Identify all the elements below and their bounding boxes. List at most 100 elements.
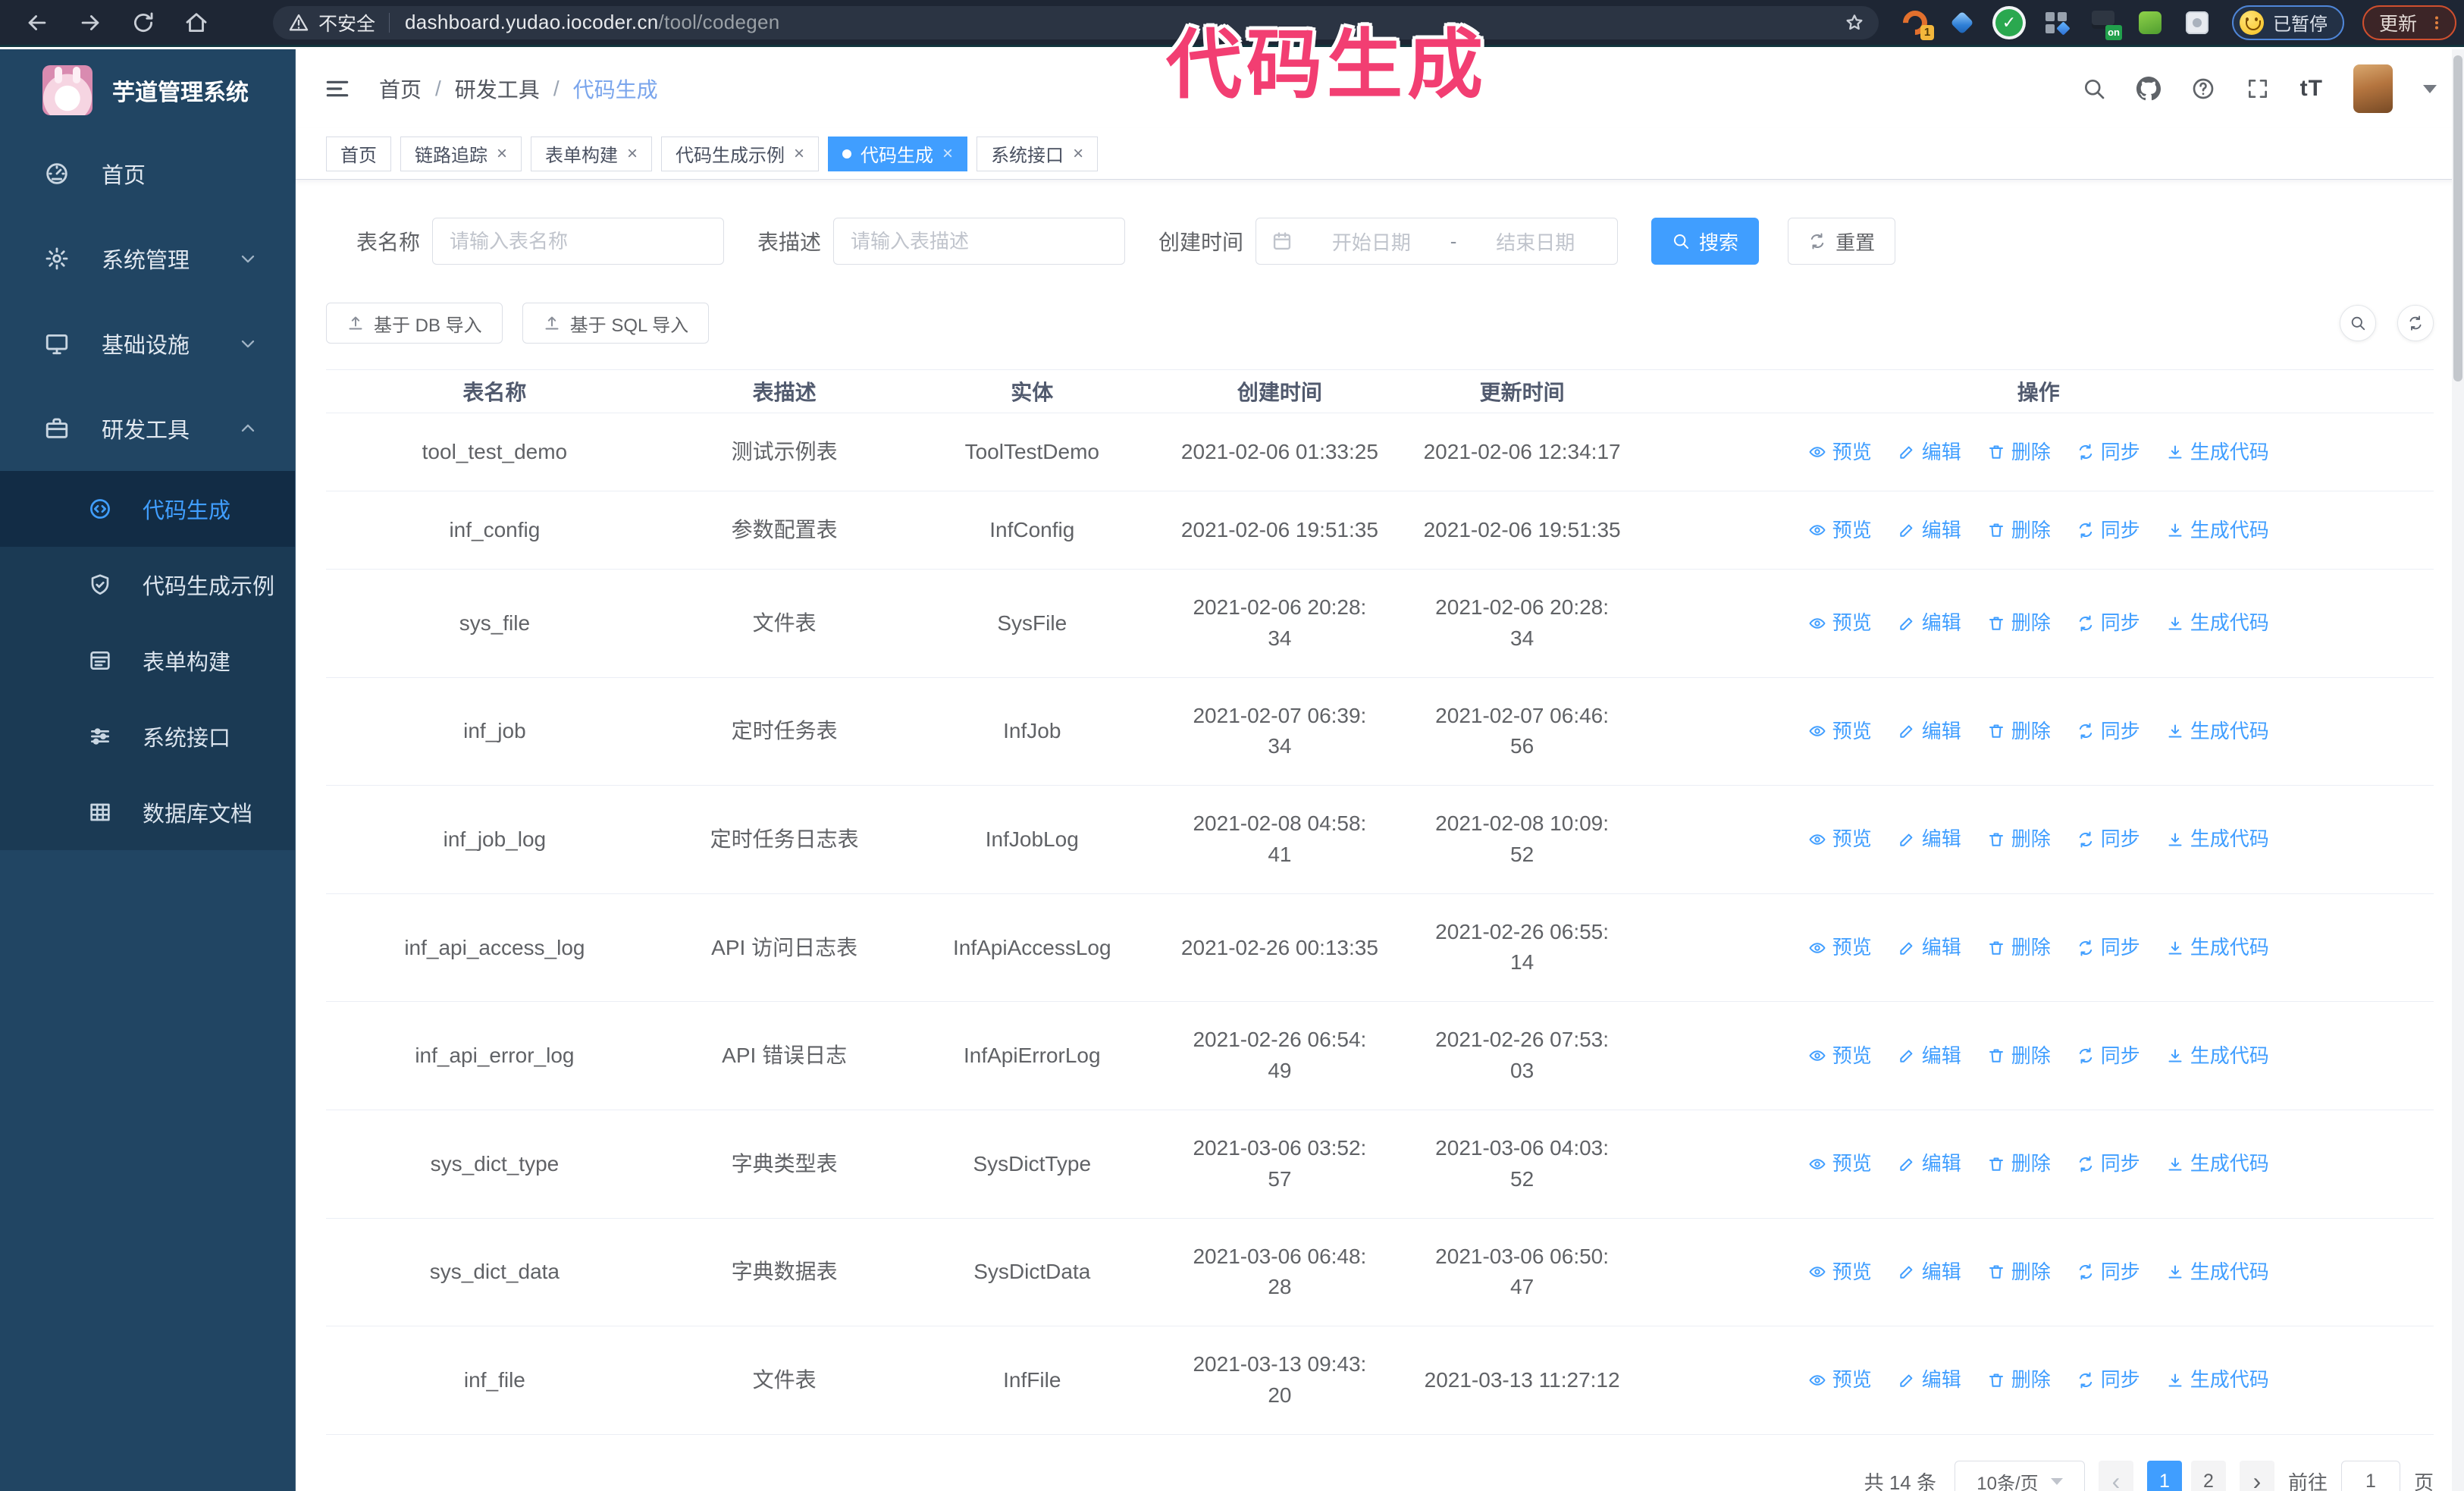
end-date-placeholder[interactable]: 结束日期 bbox=[1469, 228, 1602, 256]
sidebar-item-infra[interactable]: 基础设施 bbox=[0, 301, 295, 386]
action-preview[interactable]: 预览 bbox=[1808, 516, 1872, 545]
refresh-table-button[interactable] bbox=[2397, 305, 2434, 341]
browser-menu-icon[interactable] bbox=[2428, 14, 2446, 32]
action-sync[interactable]: 同步 bbox=[2077, 1041, 2140, 1071]
action-preview[interactable]: 预览 bbox=[1808, 717, 1872, 746]
goto-page-input[interactable] bbox=[2340, 1460, 2400, 1491]
toggle-search-button[interactable] bbox=[2340, 305, 2376, 341]
extension-check-icon[interactable] bbox=[1995, 8, 2023, 36]
page-size-select[interactable]: 10条/页 bbox=[1954, 1460, 2085, 1491]
close-icon[interactable]: × bbox=[497, 144, 507, 163]
font-size-icon[interactable]: tT bbox=[2300, 76, 2323, 102]
extension-gem-icon[interactable] bbox=[1948, 9, 1976, 36]
sql-import-button[interactable]: 基于 SQL 导入 bbox=[522, 303, 710, 344]
action-preview[interactable]: 预览 bbox=[1808, 1149, 1872, 1179]
action-preview[interactable]: 预览 bbox=[1808, 1257, 1872, 1287]
next-page-button[interactable]: › bbox=[2239, 1460, 2274, 1491]
action-sync[interactable]: 同步 bbox=[2077, 933, 2140, 962]
action-sync[interactable]: 同步 bbox=[2077, 1365, 2140, 1395]
action-generate[interactable]: 生成代码 bbox=[2166, 1257, 2269, 1287]
action-generate[interactable]: 生成代码 bbox=[2166, 608, 2269, 638]
tab-代码生成示例[interactable]: 代码生成示例 × bbox=[661, 136, 820, 171]
extension-on-icon[interactable]: on bbox=[2089, 9, 2122, 40]
action-generate[interactable]: 生成代码 bbox=[2166, 1041, 2269, 1071]
bookmark-star-icon[interactable] bbox=[1844, 12, 1865, 33]
avatar-caret-icon[interactable] bbox=[2423, 84, 2437, 93]
action-generate[interactable]: 生成代码 bbox=[2166, 1149, 2269, 1179]
action-delete[interactable]: 删除 bbox=[1987, 824, 2051, 854]
prev-page-button[interactable]: ‹ bbox=[2098, 1460, 2133, 1491]
action-generate[interactable]: 生成代码 bbox=[2166, 1365, 2269, 1395]
date-range-picker[interactable]: 开始日期 - 结束日期 bbox=[1256, 218, 1619, 265]
header-search-icon[interactable] bbox=[2082, 77, 2106, 101]
action-delete[interactable]: 删除 bbox=[1987, 1149, 2051, 1179]
extension-green-icon[interactable] bbox=[2136, 9, 2164, 36]
action-preview[interactable]: 预览 bbox=[1808, 1041, 1872, 1071]
update-button[interactable]: 更新 bbox=[2362, 5, 2457, 40]
action-generate[interactable]: 生成代码 bbox=[2166, 824, 2269, 854]
db-import-button[interactable]: 基于 DB 导入 bbox=[326, 303, 503, 344]
action-sync[interactable]: 同步 bbox=[2077, 717, 2140, 746]
avatar[interactable] bbox=[2353, 64, 2393, 113]
action-delete[interactable]: 删除 bbox=[1987, 1257, 2051, 1287]
action-delete[interactable]: 删除 bbox=[1987, 717, 2051, 746]
paused-extension-pill[interactable]: 已暂停 bbox=[2232, 5, 2344, 40]
action-delete[interactable]: 删除 bbox=[1987, 1041, 2051, 1071]
close-icon[interactable]: × bbox=[794, 144, 804, 163]
action-sync[interactable]: 同步 bbox=[2077, 438, 2140, 467]
action-sync[interactable]: 同步 bbox=[2077, 516, 2140, 545]
extension-orange-icon[interactable]: 1 bbox=[1901, 9, 1934, 40]
action-generate[interactable]: 生成代码 bbox=[2166, 717, 2269, 746]
sidebar-toggle-icon[interactable] bbox=[323, 74, 352, 103]
action-edit[interactable]: 编辑 bbox=[1898, 1365, 1961, 1395]
action-delete[interactable]: 删除 bbox=[1987, 516, 2051, 545]
security-warning-icon[interactable] bbox=[288, 12, 309, 33]
sidebar-item-home[interactable]: 首页 bbox=[0, 131, 295, 216]
sidebar-item-form-builder[interactable]: 表单构建 bbox=[0, 623, 295, 698]
tab-代码生成[interactable]: 代码生成 × bbox=[828, 136, 968, 171]
scrollbar-thumb[interactable] bbox=[2453, 55, 2462, 381]
action-delete[interactable]: 删除 bbox=[1987, 438, 2051, 467]
table-desc-input[interactable] bbox=[833, 218, 1126, 265]
action-generate[interactable]: 生成代码 bbox=[2166, 438, 2269, 467]
action-edit[interactable]: 编辑 bbox=[1898, 608, 1961, 638]
close-icon[interactable]: × bbox=[1073, 144, 1083, 163]
extension-grid-icon[interactable] bbox=[2042, 9, 2070, 36]
action-edit[interactable]: 编辑 bbox=[1898, 717, 1961, 746]
forward-icon[interactable] bbox=[77, 10, 103, 36]
action-generate[interactable]: 生成代码 bbox=[2166, 516, 2269, 545]
action-sync[interactable]: 同步 bbox=[2077, 608, 2140, 638]
back-icon[interactable] bbox=[24, 10, 50, 36]
action-preview[interactable]: 预览 bbox=[1808, 1365, 1872, 1395]
tab-首页[interactable]: 首页 bbox=[326, 136, 391, 171]
help-icon[interactable] bbox=[2191, 77, 2215, 101]
table-name-input[interactable] bbox=[432, 218, 725, 265]
action-edit[interactable]: 编辑 bbox=[1898, 1149, 1961, 1179]
sidebar-item-devtools[interactable]: 研发工具 bbox=[0, 386, 295, 471]
action-preview[interactable]: 预览 bbox=[1808, 824, 1872, 854]
action-preview[interactable]: 预览 bbox=[1808, 933, 1872, 962]
close-icon[interactable]: × bbox=[627, 144, 638, 163]
action-delete[interactable]: 删除 bbox=[1987, 1365, 2051, 1395]
sidebar-item-codegen-example[interactable]: 代码生成示例 bbox=[0, 547, 295, 623]
action-delete[interactable]: 删除 bbox=[1987, 608, 2051, 638]
breadcrumb-item[interactable]: 首页 bbox=[379, 74, 422, 104]
tab-系统接口[interactable]: 系统接口 × bbox=[977, 136, 1099, 171]
search-button[interactable]: 搜索 bbox=[1651, 218, 1760, 265]
home-icon[interactable] bbox=[183, 10, 209, 36]
action-edit[interactable]: 编辑 bbox=[1898, 933, 1961, 962]
action-edit[interactable]: 编辑 bbox=[1898, 1041, 1961, 1071]
action-sync[interactable]: 同步 bbox=[2077, 1149, 2140, 1179]
action-edit[interactable]: 编辑 bbox=[1898, 824, 1961, 854]
tab-链路追踪[interactable]: 链路追踪 × bbox=[400, 136, 522, 171]
extension-puzzle-icon[interactable] bbox=[2183, 9, 2211, 36]
action-sync[interactable]: 同步 bbox=[2077, 1257, 2140, 1287]
start-date-placeholder[interactable]: 开始日期 bbox=[1305, 228, 1438, 256]
action-edit[interactable]: 编辑 bbox=[1898, 438, 1961, 467]
sidebar-item-codegen[interactable]: 代码生成 bbox=[0, 471, 295, 547]
breadcrumb-item[interactable]: 研发工具 bbox=[455, 74, 540, 104]
tab-表单构建[interactable]: 表单构建 × bbox=[531, 136, 653, 171]
sidebar-item-db-doc[interactable]: 数据库文档 bbox=[0, 774, 295, 850]
reload-icon[interactable] bbox=[130, 10, 156, 36]
fullscreen-icon[interactable] bbox=[2246, 77, 2270, 101]
